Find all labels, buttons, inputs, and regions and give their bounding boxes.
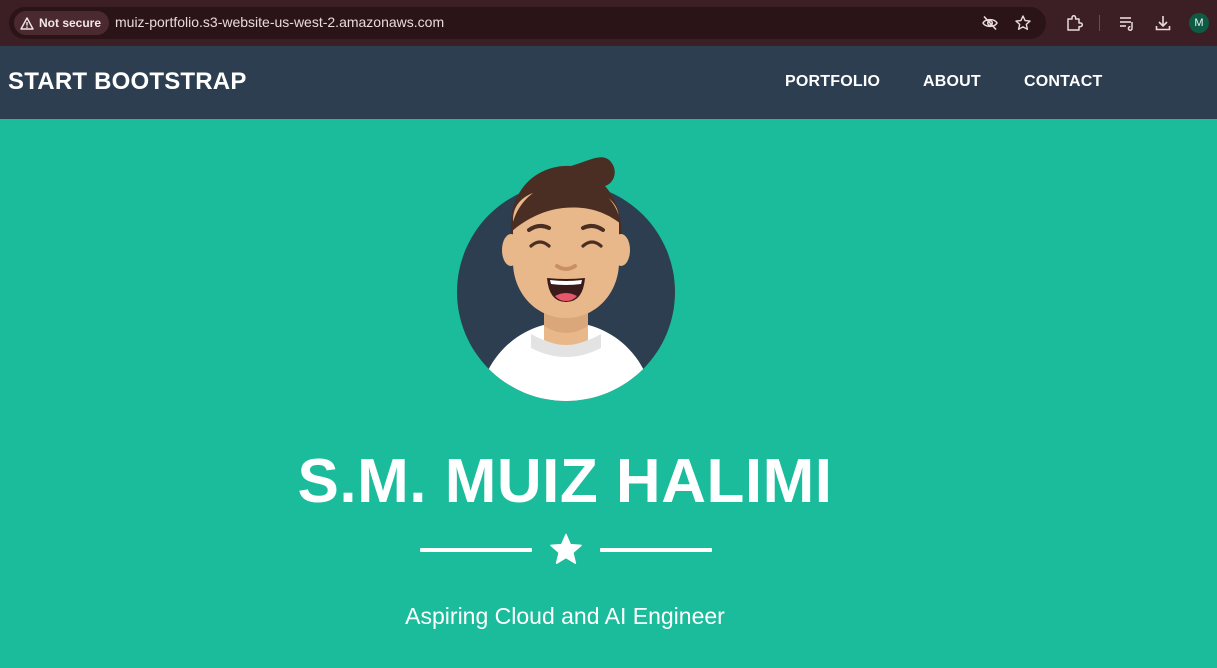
site-navbar: START BOOTSTRAP PORTFOLIO ABOUT CONTACT xyxy=(0,46,1217,119)
nav-link-portfolio[interactable]: PORTFOLIO xyxy=(785,73,880,91)
warning-icon xyxy=(20,16,34,30)
hero-name: S.M. MUIZ HALIMI xyxy=(297,447,833,516)
bookmark-star-icon[interactable] xyxy=(1014,14,1032,32)
avatar-illustration xyxy=(453,150,679,406)
hero-subtitle: Aspiring Cloud and AI Engineer xyxy=(405,603,725,629)
security-label: Not secure xyxy=(39,16,102,30)
nav-link-contact[interactable]: CONTACT xyxy=(1024,73,1102,91)
download-icon[interactable] xyxy=(1153,13,1173,33)
profile-avatar[interactable]: M xyxy=(1189,13,1209,33)
browser-toolbar: Not secure muiz-portfolio.s3-website-us-… xyxy=(0,0,1217,46)
url-text[interactable]: muiz-portfolio.s3-website-us-west-2.amaz… xyxy=(115,14,444,30)
toolbar-divider xyxy=(1099,15,1100,31)
star-icon xyxy=(549,533,583,567)
security-chip[interactable]: Not secure xyxy=(14,11,110,35)
divider-line-right xyxy=(600,548,712,552)
eye-off-icon[interactable] xyxy=(981,14,999,32)
extensions-icon[interactable] xyxy=(1064,13,1084,33)
brand-link[interactable]: START BOOTSTRAP xyxy=(8,68,247,96)
nav-link-about[interactable]: ABOUT xyxy=(923,73,981,91)
divider-line-left xyxy=(420,548,532,552)
reading-list-icon[interactable] xyxy=(1117,13,1137,33)
address-bar[interactable]: Not secure muiz-portfolio.s3-website-us-… xyxy=(9,7,1046,39)
